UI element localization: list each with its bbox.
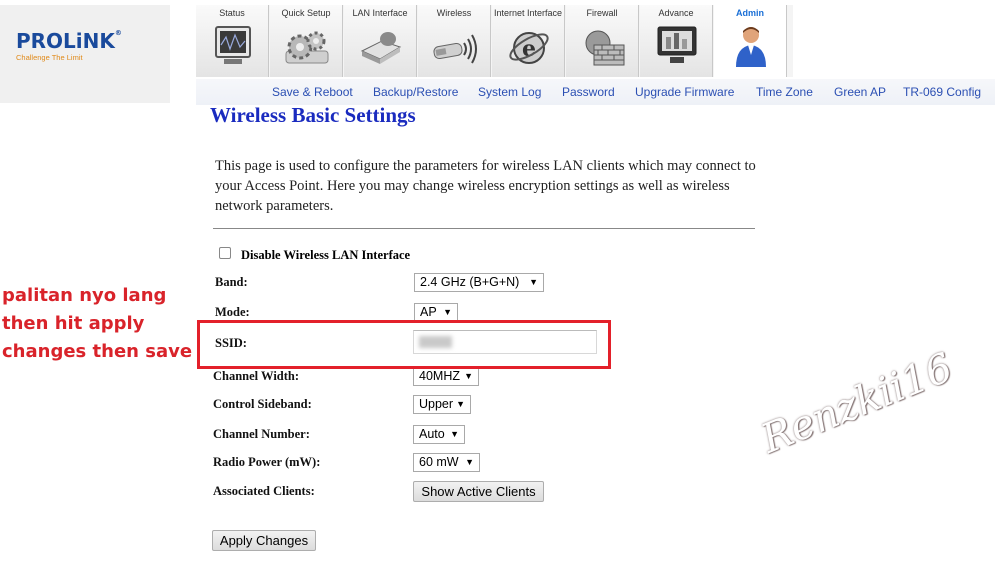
link-password[interactable]: Password: [562, 85, 615, 99]
watermark: Renzkii16: [755, 344, 959, 463]
channel-width-select[interactable]: 40MHZ ▼: [413, 367, 479, 386]
control-sideband-select[interactable]: Upper ▼: [413, 395, 471, 414]
tab-advance[interactable]: Advance: [640, 5, 713, 77]
associated-clients-label: Associated Clients:: [213, 484, 315, 498]
mode-select-value: AP: [420, 305, 437, 319]
chevron-down-icon: ▼: [465, 457, 474, 467]
firewall-icon: [585, 30, 625, 66]
disable-wlan-checkbox[interactable]: [219, 247, 231, 259]
radio-power-select[interactable]: 60 mW ▼: [413, 453, 480, 472]
channel-width-label: Channel Width:: [213, 369, 300, 383]
band-label: Band:: [215, 275, 248, 289]
link-time-zone[interactable]: Time Zone: [756, 85, 813, 99]
control-sideband-label: Control Sideband:: [213, 397, 312, 411]
chevron-down-icon: ▼: [456, 399, 465, 409]
divider: [213, 228, 755, 229]
tab-lan-interface-label: LAN Interface: [352, 8, 408, 18]
page-title: Wireless Basic Settings: [210, 103, 416, 127]
chevron-down-icon: ▼: [529, 277, 538, 287]
link-tr069-config[interactable]: TR-069 Config: [903, 85, 981, 99]
advance-monitor-icon: [657, 26, 697, 63]
brand-tagline: Challenge The Limit: [16, 53, 83, 62]
channel-number-value: Auto: [419, 427, 445, 441]
tab-firewall-label: Firewall: [586, 8, 618, 18]
link-system-log[interactable]: System Log: [478, 85, 541, 99]
logo-area: PROLiNK® Challenge The Limit: [0, 5, 170, 103]
annotation-line: then hit apply: [2, 313, 145, 334]
tab-wireless-label: Wireless: [436, 8, 472, 18]
control-sideband-value: Upper: [419, 397, 454, 411]
chevron-down-icon: ▼: [450, 429, 459, 439]
disable-wlan-label: Disable Wireless LAN Interface: [241, 248, 411, 262]
channel-width-value: 40MHZ: [419, 369, 460, 383]
tab-admin[interactable]: Admin: [714, 5, 787, 77]
link-save-reboot[interactable]: Save & Reboot: [272, 85, 353, 99]
chevron-down-icon: ▼: [443, 307, 452, 317]
annotation-line: palitan nyo lang: [2, 285, 167, 306]
tab-status-label: Status: [219, 8, 245, 18]
brand-logo: PROLiNK®: [16, 29, 122, 53]
page-description: This page is used to configure the param…: [215, 158, 756, 214]
chevron-down-icon: ▼: [464, 371, 473, 381]
tab-quick-setup-label: Quick Setup: [281, 8, 331, 18]
tab-quick-setup[interactable]: Quick Setup: [270, 5, 343, 77]
radio-power-value: 60 mW: [419, 455, 459, 469]
sub-nav: Save & Reboot Backup/Restore System Log …: [196, 79, 995, 105]
link-backup-restore[interactable]: Backup/Restore: [373, 85, 458, 99]
band-select-value: 2.4 GHz (B+G+N): [420, 275, 520, 289]
tab-status[interactable]: Status: [196, 5, 269, 77]
ssid-highlight-box: [197, 320, 611, 369]
link-upgrade-firmware[interactable]: Upgrade Firmware: [635, 85, 734, 99]
link-green-ap[interactable]: Green AP: [834, 85, 886, 99]
monitor-icon: [215, 26, 251, 64]
radio-power-label: Radio Power (mW):: [213, 455, 321, 469]
tab-internet-interface[interactable]: Internet Interface e: [492, 5, 565, 77]
internet-explorer-icon: e: [509, 32, 549, 64]
tab-advance-label: Advance: [658, 8, 694, 18]
router-icon: [360, 32, 402, 64]
gears-icon: [285, 31, 329, 64]
channel-number-label: Channel Number:: [213, 427, 310, 441]
show-active-clients-button[interactable]: Show Active Clients: [413, 481, 544, 502]
mode-label: Mode:: [215, 305, 250, 319]
apply-changes-button[interactable]: Apply Changes: [212, 530, 316, 551]
band-select[interactable]: 2.4 GHz (B+G+N) ▼: [414, 273, 544, 292]
tab-admin-label: Admin: [736, 8, 764, 18]
tab-firewall[interactable]: Firewall: [566, 5, 639, 77]
main-nav: Status Quick Setup LAN Interface Wireles…: [196, 5, 793, 77]
channel-number-select[interactable]: Auto ▼: [413, 425, 465, 444]
annotation-line: changes then save: [2, 341, 193, 362]
annotation-note: palitan nyo lang then hit apply changes …: [2, 282, 192, 366]
tab-internet-interface-label: Internet Interface: [493, 8, 563, 18]
tab-wireless[interactable]: Wireless: [418, 5, 491, 77]
tab-lan-interface[interactable]: LAN Interface: [344, 5, 417, 77]
wireless-adapter-icon: [433, 34, 477, 64]
admin-user-icon: [736, 27, 766, 67]
